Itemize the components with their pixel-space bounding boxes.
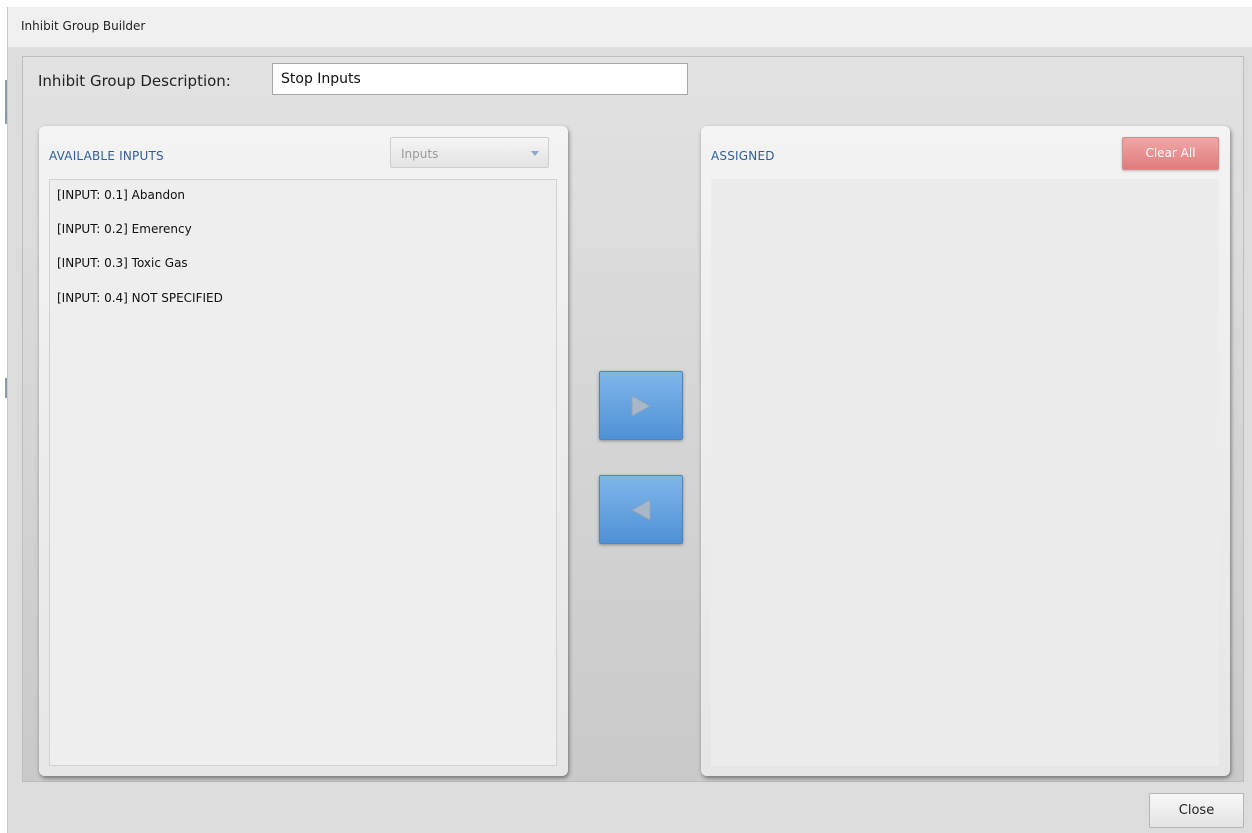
list-item[interactable]: [INPUT: 0.4] NOT SPECIFIED xyxy=(57,291,223,305)
window-title: Inhibit Group Builder xyxy=(21,19,146,33)
chevron-down-icon xyxy=(531,151,539,156)
assigned-title: ASSIGNED xyxy=(711,149,775,163)
description-label: Inhibit Group Description: xyxy=(38,72,231,90)
description-input[interactable] xyxy=(272,63,688,95)
assigned-list[interactable] xyxy=(711,179,1219,766)
available-inputs-panel: AVAILABLE INPUTS Inputs [INPUT: 0.1] Aba… xyxy=(39,126,568,776)
clear-all-button[interactable]: Clear All xyxy=(1122,137,1219,170)
unassign-button[interactable] xyxy=(599,475,683,544)
available-inputs-list[interactable]: [INPUT: 0.1] Abandon [INPUT: 0.2] Emeren… xyxy=(49,179,557,766)
assigned-panel: ASSIGNED Clear All xyxy=(701,126,1230,776)
list-item[interactable]: [INPUT: 0.2] Emerency xyxy=(57,222,192,236)
inhibit-group-builder-window: Inhibit Group Builder Inhibit Group Desc… xyxy=(7,7,1252,833)
list-item[interactable]: [INPUT: 0.1] Abandon xyxy=(57,188,185,202)
play-left-icon xyxy=(630,499,651,521)
available-inputs-title: AVAILABLE INPUTS xyxy=(49,149,164,163)
input-type-dropdown[interactable]: Inputs xyxy=(390,137,549,168)
play-right-icon xyxy=(631,395,652,417)
dialog-footer: Close xyxy=(8,783,1252,833)
close-button[interactable]: Close xyxy=(1149,793,1244,828)
builder-content: Inhibit Group Description: AVAILABLE INP… xyxy=(22,56,1244,782)
dropdown-selected-value: Inputs xyxy=(401,147,439,161)
title-bar: Inhibit Group Builder xyxy=(8,7,1252,48)
list-item[interactable]: [INPUT: 0.3] Toxic Gas xyxy=(57,256,188,270)
assign-button[interactable] xyxy=(599,371,683,440)
left-window-edge xyxy=(0,0,7,833)
